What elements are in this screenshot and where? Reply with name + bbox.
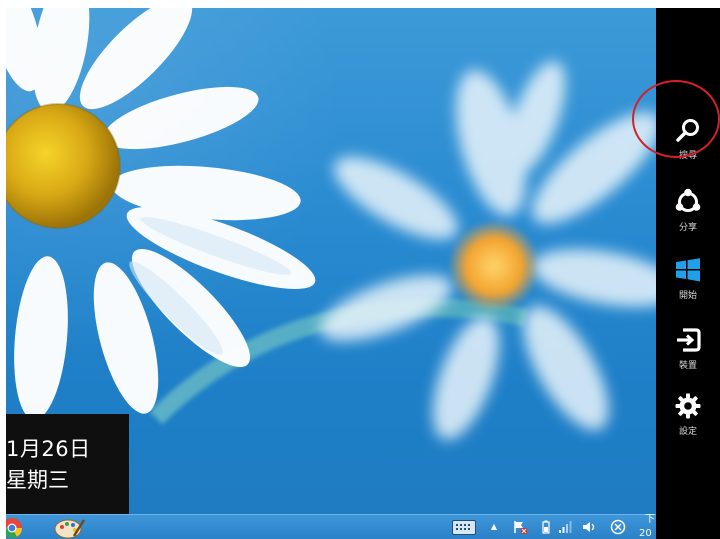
devices-icon (677, 328, 701, 352)
paint-icon (54, 519, 86, 539)
volume-icon[interactable] (581, 519, 597, 535)
time-partial: 下 (645, 514, 655, 525)
touch-keyboard-icon[interactable] (452, 520, 476, 535)
charm-devices[interactable]: 裝置 (656, 326, 720, 384)
date-text: 1月26日 (6, 437, 91, 461)
chrome-icon (1, 518, 23, 539)
search-icon (676, 119, 699, 142)
charm-start[interactable]: 開始 (656, 256, 720, 314)
date-partial: 20 (639, 528, 652, 539)
battery-icon[interactable] (540, 519, 552, 535)
charms-bar: 搜尋 分享 開始 裝置 設定 (656, 8, 720, 539)
charm-label-search: 搜尋 (678, 151, 697, 161)
network-signal-icon[interactable] (558, 519, 572, 535)
charm-share[interactable]: 分享 (656, 188, 720, 246)
charm-label-settings: 設定 (678, 427, 697, 437)
action-center-flag-icon[interactable] (512, 519, 528, 535)
taskbar: ▲ 下 20 (1, 513, 657, 539)
windows-start-icon (676, 258, 700, 282)
desktop-wallpaper[interactable]: 1月26日 星期三 (6, 8, 656, 514)
lock-date-tile: 1月26日 星期三 (6, 414, 129, 514)
charm-search[interactable]: 搜尋 (656, 116, 720, 174)
charm-label-share: 分享 (678, 223, 697, 233)
clock-readout[interactable]: 下 20 (639, 513, 657, 539)
charm-settings[interactable]: 設定 (656, 392, 720, 450)
charm-label-start: 開始 (678, 291, 697, 301)
show-hidden-icons-chevron[interactable]: ▲ (488, 519, 500, 535)
screen: 1月26日 星期三 ▲ 下 20 搜尋 分享 開始 裝置 設定 (0, 0, 720, 539)
charm-label-devices: 裝置 (678, 361, 697, 371)
settings-gear-icon (675, 393, 701, 419)
weekday-text: 星期三 (6, 468, 69, 492)
chrome-taskbar-button[interactable] (1, 516, 36, 539)
share-icon (675, 188, 701, 212)
close-circle-icon[interactable] (610, 519, 626, 535)
paint-taskbar-button[interactable] (52, 516, 86, 539)
